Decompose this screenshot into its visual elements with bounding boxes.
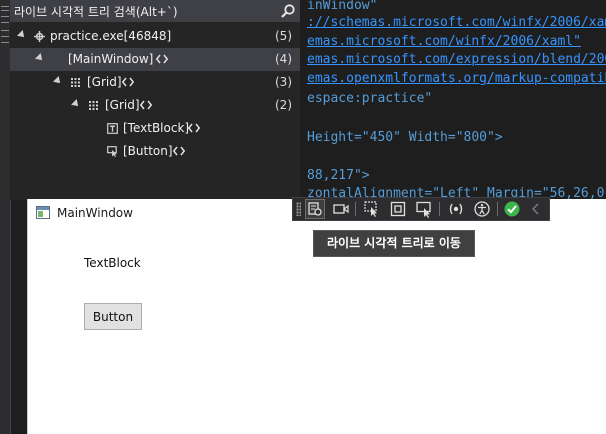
code-line: inWindow" — [307, 0, 378, 13]
tree-row-label: [TextBlock] — [123, 121, 190, 135]
collapse-arrow-icon[interactable] — [35, 53, 45, 63]
window-title: MainWindow — [57, 206, 133, 220]
collapse-toolbar-icon[interactable] — [527, 200, 545, 218]
code-line[interactable]: emas.openxmlformats.org/markup-compatibi… — [307, 71, 606, 86]
tree-row-button[interactable]: [Button] — [10, 140, 300, 163]
toolbar-separator — [355, 202, 356, 216]
track-focused-element-icon[interactable] — [415, 200, 433, 218]
wpf-button[interactable]: Button — [84, 303, 142, 330]
show-properties-icon[interactable] — [188, 122, 200, 134]
display-layout-adorners-icon[interactable] — [389, 200, 407, 218]
tree-row-mainwindow[interactable]: [MainWindow] (4) — [10, 48, 300, 71]
live-visual-tree-panel: 라이브 시각적 트리 검색(Alt+`) practice.exe[46848]… — [10, 0, 300, 200]
toolbar-separator — [497, 202, 498, 216]
collapse-arrow-icon[interactable] — [17, 30, 27, 40]
tree-row-label: [Grid] — [105, 98, 140, 112]
tree-row-label: [MainWindow] — [68, 52, 154, 66]
in-app-toolbar — [292, 197, 550, 221]
accessibility-icon[interactable] — [473, 200, 491, 218]
tree-row-grid[interactable]: [Grid] (3) — [10, 71, 300, 94]
go-to-live-visual-tree-icon[interactable] — [305, 199, 325, 219]
tree-search-placeholder[interactable]: 라이브 시각적 트리 검색(Alt+`) — [14, 3, 178, 20]
tree-row-count: (4) — [275, 52, 292, 66]
code-line[interactable]: ://schemas.microsoft.com/winfx/2006/xaml… — [307, 15, 606, 30]
toolbar-tooltip: 라이브 시각적 트리로 이동 — [313, 230, 475, 257]
code-line: espace:practice" — [307, 91, 433, 106]
code-line: Height="450" Width="800"> — [307, 130, 503, 145]
video-icon[interactable] — [332, 200, 350, 218]
collapse-arrow-icon[interactable] — [71, 99, 81, 109]
code-line: 88,217"> — [307, 168, 370, 183]
xaml-code-editor[interactable]: inWindow" ://schemas.microsoft.com/winfx… — [301, 0, 606, 200]
button-control-icon — [107, 146, 117, 157]
search-icon[interactable] — [280, 3, 296, 19]
toolbar-separator — [439, 202, 440, 216]
show-properties-icon[interactable] — [156, 53, 168, 65]
toolbar-grip[interactable] — [296, 202, 301, 216]
tree-row-practice-exe[interactable]: practice.exe[46848] (5) — [10, 25, 300, 48]
hot-reload-check-icon[interactable] — [503, 200, 521, 218]
tree-row-label: [Button] — [123, 144, 173, 158]
grid-icon — [89, 101, 98, 110]
process-icon — [34, 31, 45, 42]
tree-row-count: (5) — [275, 29, 292, 43]
tree-row-count: (2) — [275, 98, 292, 112]
tree-row-textblock[interactable]: [TextBlock] — [10, 117, 300, 140]
tree-row-label: practice.exe[46848] — [50, 29, 172, 43]
show-properties-icon[interactable] — [173, 145, 185, 157]
select-element-icon[interactable] — [363, 200, 381, 218]
tree-row-grid[interactable]: [Grid] (2) — [10, 94, 300, 117]
tree-row-label: [Grid] — [87, 75, 122, 89]
tree-row-count: (3) — [275, 75, 292, 89]
window-icon — [36, 206, 50, 219]
textblock: TextBlock — [84, 256, 141, 270]
tree-search-box[interactable]: 라이브 시각적 트리 검색(Alt+`) — [10, 0, 300, 22]
collapse-arrow-icon[interactable] — [53, 76, 63, 86]
code-line[interactable]: emas.microsoft.com/expression/blend/2008 — [307, 52, 606, 67]
show-properties-icon[interactable] — [122, 76, 134, 88]
show-properties-icon[interactable] — [140, 99, 152, 111]
textblock-icon — [107, 123, 118, 134]
grid-icon — [71, 78, 80, 87]
code-line[interactable]: emas.microsoft.com/winfx/2006/xaml" — [307, 34, 581, 49]
binding-failures-icon[interactable] — [447, 200, 465, 218]
